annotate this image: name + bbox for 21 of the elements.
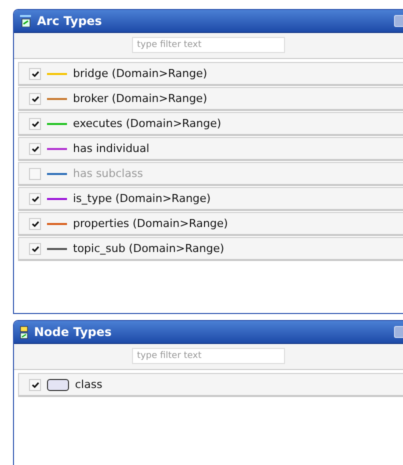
- type-label: topic_sub (Domain>Range): [73, 242, 224, 255]
- type-label: class: [75, 378, 102, 391]
- type-label: bridge (Domain>Range): [73, 67, 208, 80]
- type-row[interactable]: is_type (Domain>Range): [18, 187, 403, 211]
- type-row[interactable]: bridge (Domain>Range): [18, 62, 403, 86]
- panel-title: Arc Types: [37, 14, 103, 28]
- type-row[interactable]: broker (Domain>Range): [18, 87, 403, 111]
- type-label: properties (Domain>Range): [73, 217, 228, 230]
- type-row[interactable]: has individual: [18, 137, 403, 161]
- filter-field[interactable]: type filter text: [132, 348, 285, 364]
- type-row[interactable]: properties (Domain>Range): [18, 212, 403, 236]
- type-row[interactable]: class: [18, 373, 403, 397]
- type-row[interactable]: executes (Domain>Range): [18, 112, 403, 136]
- type-label: broker (Domain>Range): [73, 92, 208, 105]
- type-label: has individual: [73, 142, 150, 155]
- filter-field[interactable]: type filter text: [132, 37, 285, 53]
- type-row[interactable]: topic_sub (Domain>Range): [18, 237, 403, 261]
- type-label: executes (Domain>Range): [73, 117, 222, 130]
- type-label: is_type (Domain>Range): [73, 192, 211, 205]
- panel-title: Node Types: [34, 325, 113, 339]
- type-label: has subclass: [73, 167, 143, 180]
